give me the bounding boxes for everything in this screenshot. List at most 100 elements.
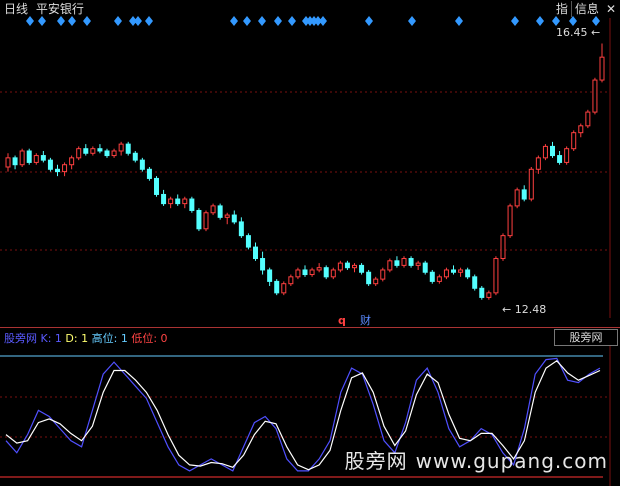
- candle-body: [139, 159, 145, 170]
- candle-body: [486, 292, 492, 298]
- candle-body: [507, 205, 513, 237]
- candle-body: [168, 198, 174, 205]
- candle-body: [465, 269, 471, 278]
- signal-diamond: [365, 16, 373, 26]
- candle-body: [359, 264, 365, 273]
- indicator-select[interactable]: 股旁网: [554, 329, 618, 346]
- candle-body: [217, 205, 223, 218]
- candle-body: [210, 205, 216, 214]
- signal-diamond: [288, 16, 296, 26]
- candle-body: [76, 148, 82, 159]
- candle-body: [288, 276, 294, 285]
- candle-body: [479, 287, 485, 298]
- indicator-header: 股旁网 K: 1 D: 1 高位: 1 低位: 0: [4, 330, 168, 346]
- high-price-label: 16.45 ←: [556, 26, 600, 39]
- watermark-url: www.gupang.com: [415, 449, 608, 473]
- candle-body: [535, 157, 541, 170]
- signal-diamond: [134, 16, 142, 26]
- candle-body: [514, 189, 520, 207]
- candle-body: [274, 280, 280, 294]
- candle-body: [337, 262, 343, 271]
- signal-diamond: [455, 16, 463, 26]
- top-right-toolbar: 指 信息 ✕: [553, 0, 620, 18]
- signal-diamond: [243, 16, 251, 26]
- candle-body: [330, 269, 336, 278]
- candle-body: [493, 258, 499, 294]
- candle-body: [422, 262, 428, 273]
- info-button[interactable]: 信息: [570, 1, 602, 17]
- candle-body: [571, 132, 577, 150]
- candle-body: [132, 152, 138, 161]
- event-marker-finance: 财: [360, 313, 371, 327]
- indicator-name[interactable]: 股旁网: [4, 332, 37, 345]
- candle-body: [19, 150, 25, 166]
- candle-body: [224, 214, 230, 218]
- candle-body: [189, 198, 195, 211]
- candle-body: [309, 269, 315, 276]
- candle-body: [578, 125, 584, 134]
- high-level-value: 1: [120, 332, 128, 345]
- candle-body: [238, 221, 244, 237]
- high-level-label: 高位:: [91, 332, 118, 345]
- low-level-label: 低位:: [131, 332, 158, 345]
- candle-body: [281, 283, 287, 294]
- title-bar: 日线 平安银行: [0, 0, 520, 16]
- candle-body: [458, 269, 464, 273]
- signal-diamond: [258, 16, 266, 26]
- candle-body: [585, 111, 591, 127]
- candle-body: [97, 148, 103, 152]
- candle-body: [352, 264, 357, 269]
- index-button[interactable]: 指: [553, 1, 571, 17]
- candle-body: [394, 260, 400, 266]
- candle-body: [196, 209, 202, 230]
- candle-body: [146, 168, 152, 179]
- low-price-label: ← 12.48: [502, 303, 546, 316]
- candle-body: [443, 269, 449, 278]
- candle-body: [592, 79, 598, 113]
- signal-diamond: [511, 16, 519, 26]
- d-label: D:: [65, 332, 78, 345]
- candle-body: [12, 157, 18, 166]
- candle-body: [40, 155, 46, 161]
- candle-body: [5, 157, 11, 168]
- signal-diamond: [230, 16, 238, 26]
- signal-diamond: [68, 16, 76, 26]
- candle-body: [599, 56, 605, 81]
- watermark: 股旁网 www.gupang.com: [345, 445, 608, 474]
- candle-body: [260, 258, 266, 271]
- candle-body: [62, 164, 68, 173]
- candle-body: [401, 258, 407, 266]
- candle-body: [69, 157, 75, 166]
- candle-body: [55, 168, 60, 173]
- main-chart[interactable]: 16.45 ← ← 12.48 q 财: [0, 0, 620, 486]
- panel-divider[interactable]: [0, 327, 620, 328]
- candle-body: [175, 198, 181, 205]
- signal-diamond: [536, 16, 544, 26]
- event-marker-q: q: [338, 314, 346, 327]
- candle-body: [373, 278, 379, 285]
- signal-diamond: [145, 16, 153, 26]
- candle-body: [500, 235, 506, 260]
- candle-body: [182, 198, 188, 205]
- signal-diamond: [408, 16, 416, 26]
- candle-body: [90, 148, 96, 154]
- signal-diamond: [57, 16, 65, 26]
- candle-body: [161, 193, 167, 205]
- watermark-cn: 股旁网: [344, 449, 408, 473]
- close-icon[interactable]: ✕: [602, 2, 620, 16]
- stock-name: 平安银行: [35, 2, 84, 16]
- candle-body: [557, 155, 563, 163]
- candle-body: [253, 246, 258, 260]
- candle-body: [26, 150, 32, 163]
- candle-body: [154, 177, 159, 195]
- signal-diamond: [319, 16, 327, 26]
- signal-diamond: [83, 16, 91, 26]
- candle-body: [344, 262, 350, 269]
- candle-body: [387, 260, 393, 271]
- low-level-value: 0: [160, 332, 168, 345]
- d-value: 1: [81, 332, 89, 345]
- candle-body: [564, 148, 570, 163]
- candle-body: [528, 168, 534, 200]
- signal-diamond: [114, 16, 122, 26]
- period-label: 日线: [4, 2, 29, 16]
